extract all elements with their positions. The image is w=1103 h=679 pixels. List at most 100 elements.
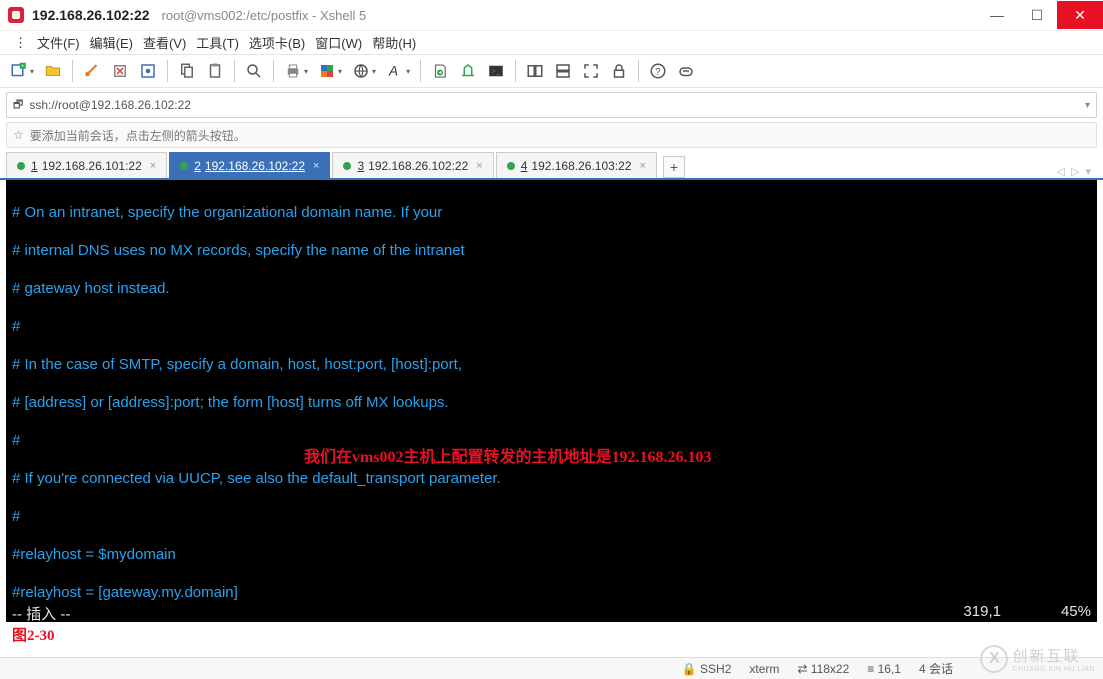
menu-file[interactable]: 文件(F) <box>33 31 84 54</box>
window-controls: — ☐ ✕ <box>977 1 1103 29</box>
annotation-text: 我们在vms002主机上配置转发的主机地址是192.168.26.103 <box>304 448 712 467</box>
encoding-button[interactable] <box>348 59 380 83</box>
vim-mode: -- 插入 -- <box>12 603 70 622</box>
tab-close-icon[interactable]: × <box>150 160 156 172</box>
fullscreen-button[interactable] <box>578 59 604 83</box>
compose-button[interactable] <box>673 59 699 83</box>
toolbar: + A >_ ? <box>0 54 1103 88</box>
terminal-view[interactable]: # On an intranet, specify the organizati… <box>6 180 1097 603</box>
term-line: # In the case of SMTP, specify a domain,… <box>12 355 1091 374</box>
font-button[interactable]: A <box>382 59 414 83</box>
tab-number: 3 <box>357 159 364 173</box>
open-button[interactable] <box>40 59 66 83</box>
session-tab-2[interactable]: 2 192.168.26.102:22 × <box>169 152 330 178</box>
xft-button[interactable] <box>455 59 481 83</box>
term-line: # gateway host instead. <box>12 279 1091 298</box>
tab-list-icon[interactable]: ▾ <box>1085 165 1091 178</box>
tab-close-icon[interactable]: × <box>313 160 319 172</box>
new-session-button[interactable]: + <box>6 59 38 83</box>
window-title: 192.168.26.102:22 <box>32 7 150 23</box>
app-icon <box>8 7 24 23</box>
menu-edit[interactable]: 编辑(E) <box>86 31 137 54</box>
reconnect-button[interactable] <box>79 59 105 83</box>
maximize-button[interactable]: ☐ <box>1017 1 1057 29</box>
lock-button[interactable] <box>606 59 632 83</box>
tab-number: 1 <box>31 159 38 173</box>
menu-tabs[interactable]: 选项卡(B) <box>245 31 309 54</box>
term-line: #relayhost = [gateway.my.domain] <box>12 583 1091 602</box>
term-line: # <box>12 317 1091 336</box>
address-dropdown-icon[interactable]: ▾ <box>1085 100 1090 111</box>
properties-button[interactable] <box>135 59 161 83</box>
terminal-button[interactable]: >_ <box>483 59 509 83</box>
script-button[interactable] <box>427 59 453 83</box>
svg-text:+: + <box>21 63 25 70</box>
tab-label: 192.168.26.103:22 <box>531 159 631 173</box>
term-line: #relayhost = $mydomain <box>12 545 1091 564</box>
window-subtitle: root@vms002:/etc/postfix - Xshell 5 <box>162 8 367 23</box>
disconnect-button[interactable] <box>107 59 133 83</box>
session-tab-1[interactable]: 1 192.168.26.101:22 × <box>6 152 167 178</box>
address-bar[interactable]: 🗗 ssh://root@192.168.26.102:22 ▾ <box>6 92 1097 118</box>
hint-text: 要添加当前会话，点击左侧的箭头按钮。 <box>30 127 246 144</box>
tile-horizontal-button[interactable] <box>522 59 548 83</box>
paste-button[interactable] <box>202 59 228 83</box>
address-url: ssh://root@192.168.26.102:22 <box>29 98 191 112</box>
status-termtype: xterm <box>749 662 779 676</box>
menu-view[interactable]: 查看(V) <box>139 31 190 54</box>
minimize-button[interactable]: — <box>977 1 1017 29</box>
status-dot-icon <box>17 162 25 170</box>
print-button[interactable] <box>280 59 312 83</box>
help-button[interactable]: ? <box>645 59 671 83</box>
vim-scroll: 45% <box>1061 603 1091 622</box>
tab-navigation: ◁ ▷ ▾ <box>1057 165 1097 178</box>
figure-caption-row: 图2-30 <box>6 622 1097 646</box>
watermark: X 创新互联 CHUANG XIN HU LIAN <box>980 645 1095 673</box>
status-bar: 🔒 SSH2 xterm ⇄ 118x22 ≡ 16,1 4 会话 <box>0 657 1103 679</box>
term-line: # internal DNS uses no MX records, speci… <box>12 241 1091 260</box>
vim-position: 319,1 <box>963 603 1001 622</box>
status-dot-icon <box>343 162 351 170</box>
copy-button[interactable] <box>174 59 200 83</box>
new-tab-button[interactable]: + <box>663 156 685 178</box>
bookmark-icon[interactable]: ☆ <box>13 128 24 142</box>
session-tab-3[interactable]: 3 192.168.26.102:22 × <box>332 152 493 178</box>
figure-caption: 图2-30 <box>12 624 55 645</box>
hint-bar: ☆ 要添加当前会话，点击左侧的箭头按钮。 <box>6 122 1097 148</box>
color-scheme-button[interactable] <box>314 59 346 83</box>
tab-strip: 1 192.168.26.101:22 × 2 192.168.26.102:2… <box>0 152 1103 180</box>
close-button[interactable]: ✕ <box>1057 1 1103 29</box>
tile-vertical-button[interactable] <box>550 59 576 83</box>
term-line: # If you're connected via UUCP, see also… <box>12 469 1091 488</box>
tab-close-icon[interactable]: × <box>476 160 482 172</box>
term-line: # [address] or [address]:port; the form … <box>12 393 1091 412</box>
find-button[interactable] <box>241 59 267 83</box>
term-line: # On an intranet, specify the organizati… <box>12 203 1091 222</box>
status-size: ⇄ 118x22 <box>797 662 849 676</box>
protocol-icon: 🗗 <box>13 96 23 115</box>
session-tab-4[interactable]: 4 192.168.26.103:22 × <box>496 152 657 178</box>
tab-next-icon[interactable]: ▷ <box>1071 165 1079 178</box>
watermark-subtext: CHUANG XIN HU LIAN <box>1012 666 1095 673</box>
tab-number: 4 <box>521 159 528 173</box>
watermark-text: 创新互联 <box>1012 645 1095 666</box>
menu-window[interactable]: 窗口(W) <box>311 31 366 54</box>
status-sessions: 4 会话 <box>919 660 953 677</box>
status-dot-icon <box>180 162 188 170</box>
status-protocol: 🔒 SSH2 <box>682 662 732 676</box>
svg-text:?: ? <box>655 67 661 78</box>
tab-label: 192.168.26.101:22 <box>42 159 142 173</box>
vim-status-line: -- 插入 -- 319,1 45% <box>6 603 1097 622</box>
menu-tools[interactable]: 工具(T) <box>192 31 243 54</box>
svg-text:A: A <box>388 64 398 79</box>
tab-close-icon[interactable]: × <box>640 160 646 172</box>
watermark-icon: X <box>980 645 1008 673</box>
menu-help[interactable]: 帮助(H) <box>368 31 420 54</box>
svg-text:>_: >_ <box>492 66 501 75</box>
tab-number: 2 <box>194 159 201 173</box>
titlebar: 192.168.26.102:22 root@vms002:/etc/postf… <box>0 0 1103 30</box>
term-line: # <box>12 507 1091 526</box>
tab-label: 192.168.26.102:22 <box>368 159 468 173</box>
tab-prev-icon[interactable]: ◁ <box>1057 165 1065 178</box>
menubar: ⋮ 文件(F) 编辑(E) 查看(V) 工具(T) 选项卡(B) 窗口(W) 帮… <box>0 30 1103 54</box>
